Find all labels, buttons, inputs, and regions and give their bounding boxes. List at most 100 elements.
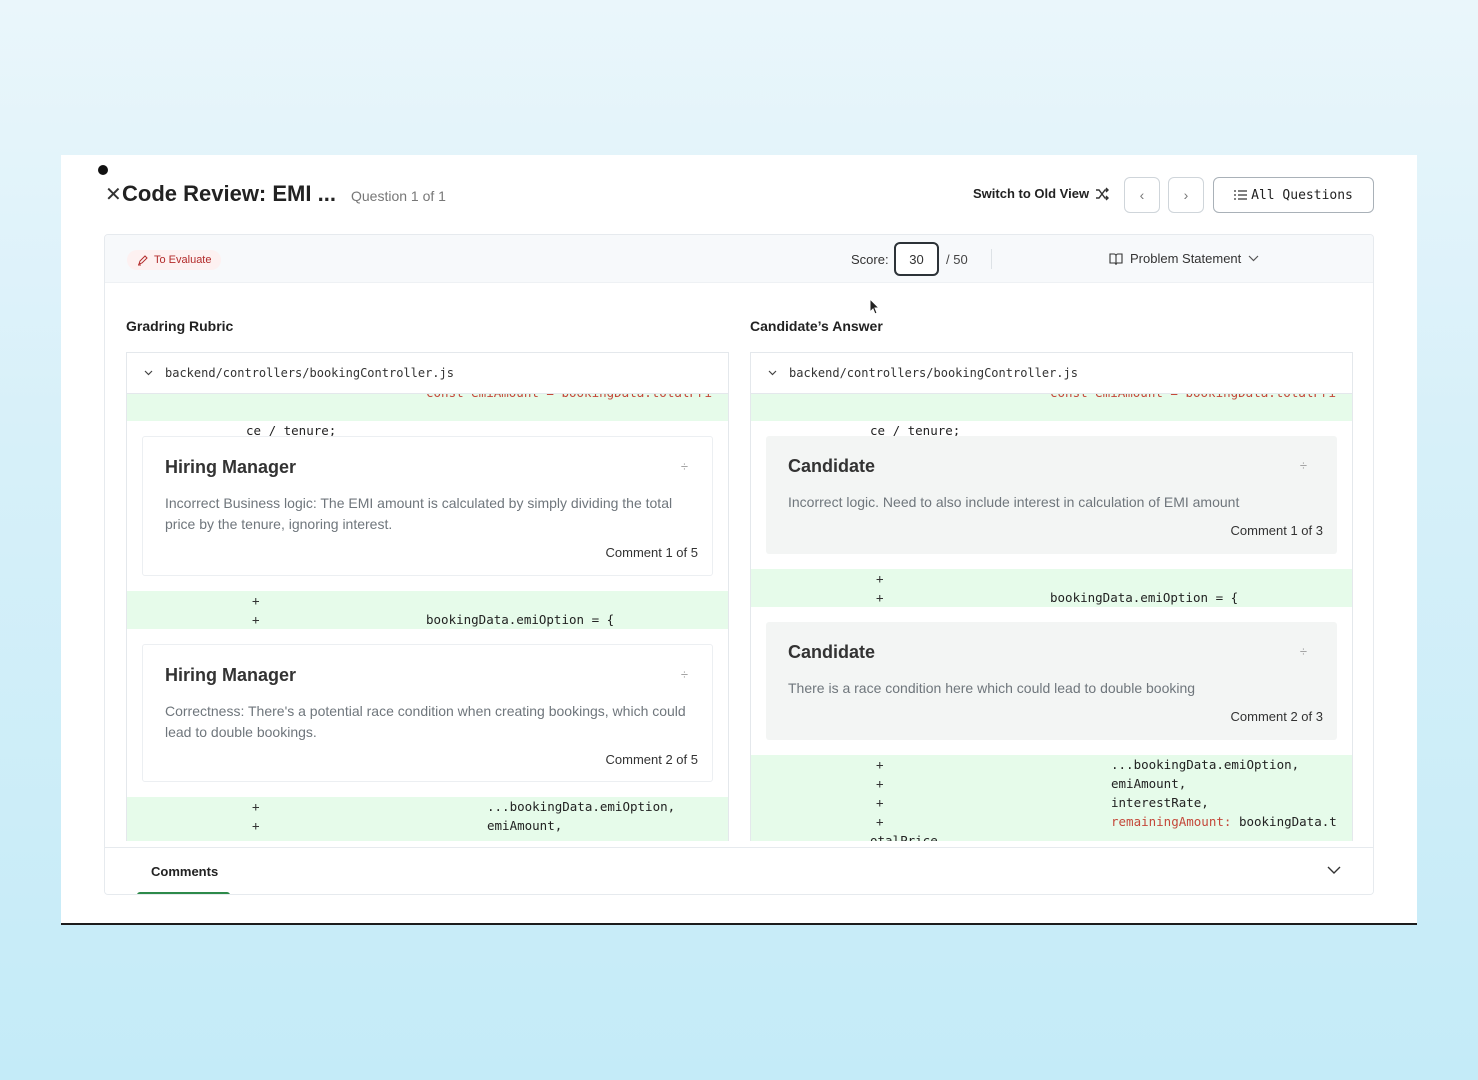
tab-comments[interactable]: Comments: [151, 864, 218, 879]
comments-panel-bar: Comments: [105, 847, 1373, 894]
code-line: + bookingData.emiOption = {: [751, 588, 1352, 607]
diff-plus: +: [876, 814, 884, 829]
collapse-icon[interactable]: ÷: [681, 459, 688, 474]
diff-block: + ...bookingData.emiOption, + emiAmount,: [127, 797, 728, 841]
shuffle-icon: [1096, 187, 1110, 200]
code-text: interestRate,: [1111, 795, 1209, 810]
chevron-down-icon: [1248, 255, 1259, 262]
problem-statement-dropdown[interactable]: Problem Statement: [1109, 251, 1259, 266]
code-line: + ...bookingData.emiOption,: [127, 797, 728, 816]
review-window: ✕ Code Review: EMI ... Question 1 of 1 S…: [61, 155, 1417, 925]
diff-plus: +: [876, 590, 884, 605]
comment-author: Hiring Manager: [165, 457, 297, 477]
question-count: Question 1 of 1: [351, 188, 446, 204]
active-tab-indicator: [137, 892, 230, 894]
code-line: + emiAmount,: [127, 816, 728, 835]
answer-title: Candidate’s Answer: [750, 318, 883, 334]
code-line: +: [127, 591, 728, 610]
comment-text: Incorrect Business logic: The EMI amount…: [165, 495, 673, 532]
code-line: ce / tenure;: [127, 402, 728, 438]
list-icon: [1234, 190, 1248, 200]
candidate-comment: Candidate ÷ There is a race condition he…: [766, 622, 1337, 740]
file-header[interactable]: backend/controllers/bookingController.js: [127, 353, 728, 394]
diff-block: const emiAmount = bookingData.totalPri c…: [751, 394, 1352, 438]
switch-view-label: Switch to Old View: [973, 186, 1090, 201]
book-icon: [1109, 252, 1123, 265]
review-panel: To Evaluate Score: 30 / 50 Problem State…: [104, 234, 1374, 895]
collapse-icon[interactable]: ÷: [1300, 458, 1307, 473]
code-line: + emiAmount,: [751, 774, 1352, 793]
chevron-down-icon[interactable]: [1327, 866, 1341, 874]
code-text: otalPrice: [870, 833, 938, 841]
score-max: / 50: [946, 252, 968, 267]
score-input[interactable]: 30: [894, 242, 939, 276]
all-questions-button[interactable]: All Questions: [1213, 177, 1374, 213]
code-text: bookingData.emiOption = {: [426, 612, 615, 627]
comment-text: Incorrect logic. Need to also include in…: [788, 494, 1240, 510]
code-text: const emiAmount = bookingData.totalPri: [1050, 394, 1336, 402]
diff-block: + ...bookingData.emiOption, + emiAmount, +…: [751, 755, 1352, 841]
diff-plus: +: [252, 799, 260, 814]
comment-count: Comment 2 of 3: [1230, 709, 1324, 724]
code-text: ...bookingData.emiOption,: [487, 799, 676, 814]
collapse-icon[interactable]: ÷: [1300, 644, 1307, 659]
diff-plus: +: [876, 795, 884, 810]
rubric-comment: Hiring Manager ÷ Incorrect Business logi…: [142, 436, 713, 576]
diff-plus: +: [252, 612, 260, 627]
diff-plus: +: [876, 757, 884, 772]
next-question-button[interactable]: ›: [1168, 177, 1204, 213]
switch-old-view-button[interactable]: Switch to Old View: [973, 186, 1110, 201]
diff-block: const emiAmount = bookingData.totalPri c…: [127, 394, 728, 438]
all-questions-label: All Questions: [1251, 187, 1353, 203]
diff-plus: +: [252, 593, 260, 608]
comment-count: Comment 1 of 3: [1230, 523, 1324, 538]
page-title: Code Review: EMI ...: [122, 181, 336, 206]
comment-text: There is a race condition here which cou…: [788, 680, 1196, 696]
chevron-right-icon: ›: [1183, 187, 1189, 203]
rubric-column: backend/controllers/bookingController.js…: [126, 352, 729, 841]
collapse-icon[interactable]: ÷: [681, 667, 688, 682]
comment-count: Comment 1 of 5: [605, 545, 699, 560]
status-bar: To Evaluate Score: 30 / 50 Problem State…: [105, 235, 1373, 283]
divider: [991, 249, 992, 269]
code-line: const emiAmount = bookingData.totalPri: [127, 394, 728, 402]
diff-plus: +: [876, 776, 884, 791]
code-text: emiAmount,: [1111, 776, 1187, 791]
file-path: backend/controllers/bookingController.js: [789, 366, 1078, 380]
diff-block: + + bookingData.emiOption = {: [127, 591, 728, 629]
comment-author: Candidate: [788, 456, 876, 476]
answer-column: backend/controllers/bookingController.js…: [750, 352, 1353, 841]
code-line: + interestRate,: [751, 793, 1352, 812]
previous-question-button[interactable]: ‹: [1124, 177, 1160, 213]
code-line: otalPrice: [751, 831, 1352, 841]
pencil-icon: [138, 254, 148, 265]
top-bar: ✕ Code Review: EMI ... Question 1 of 1 S…: [105, 177, 1374, 217]
chevron-down-icon: [768, 370, 777, 376]
diff-plus: +: [876, 571, 884, 586]
code-text: ...bookingData.emiOption,: [1111, 757, 1300, 772]
chevron-down-icon: [144, 370, 153, 376]
code-text: bookingData.emiOption = {: [1050, 590, 1239, 605]
rubric-comment: Hiring Manager ÷ Correctness: There's a …: [142, 644, 713, 782]
score-label: Score:: [851, 252, 889, 267]
file-path: backend/controllers/bookingController.js: [165, 366, 454, 380]
code-line: const emiAmount = bookingData.totalPri: [751, 394, 1352, 402]
close-icon[interactable]: ✕: [105, 183, 122, 207]
code-line: + remainingAmount: bookingData.t: [751, 812, 1352, 831]
code-text: emiAmount,: [487, 818, 563, 833]
problem-statement-label: Problem Statement: [1130, 251, 1242, 266]
comment-author: Hiring Manager: [165, 665, 297, 685]
code-text: bookingData.t: [1231, 814, 1337, 829]
code-line: + ...bookingData.emiOption,: [751, 755, 1352, 774]
chevron-left-icon: ‹: [1139, 187, 1145, 203]
diff-block: + + bookingData.emiOption = {: [751, 569, 1352, 607]
diff-plus: +: [252, 818, 260, 833]
rubric-title: Gradring Rubric: [126, 318, 234, 334]
status-badge-label: To Evaluate: [154, 254, 212, 266]
record-indicator-dot: [98, 165, 108, 175]
comment-count: Comment 2 of 5: [605, 752, 699, 767]
comment-text: Correctness: There's a potential race co…: [165, 703, 686, 740]
code-text: const emiAmount = bookingData.totalPri: [426, 394, 712, 402]
code-key: remainingAmount:: [1111, 814, 1232, 829]
file-header[interactable]: backend/controllers/bookingController.js: [751, 353, 1352, 394]
